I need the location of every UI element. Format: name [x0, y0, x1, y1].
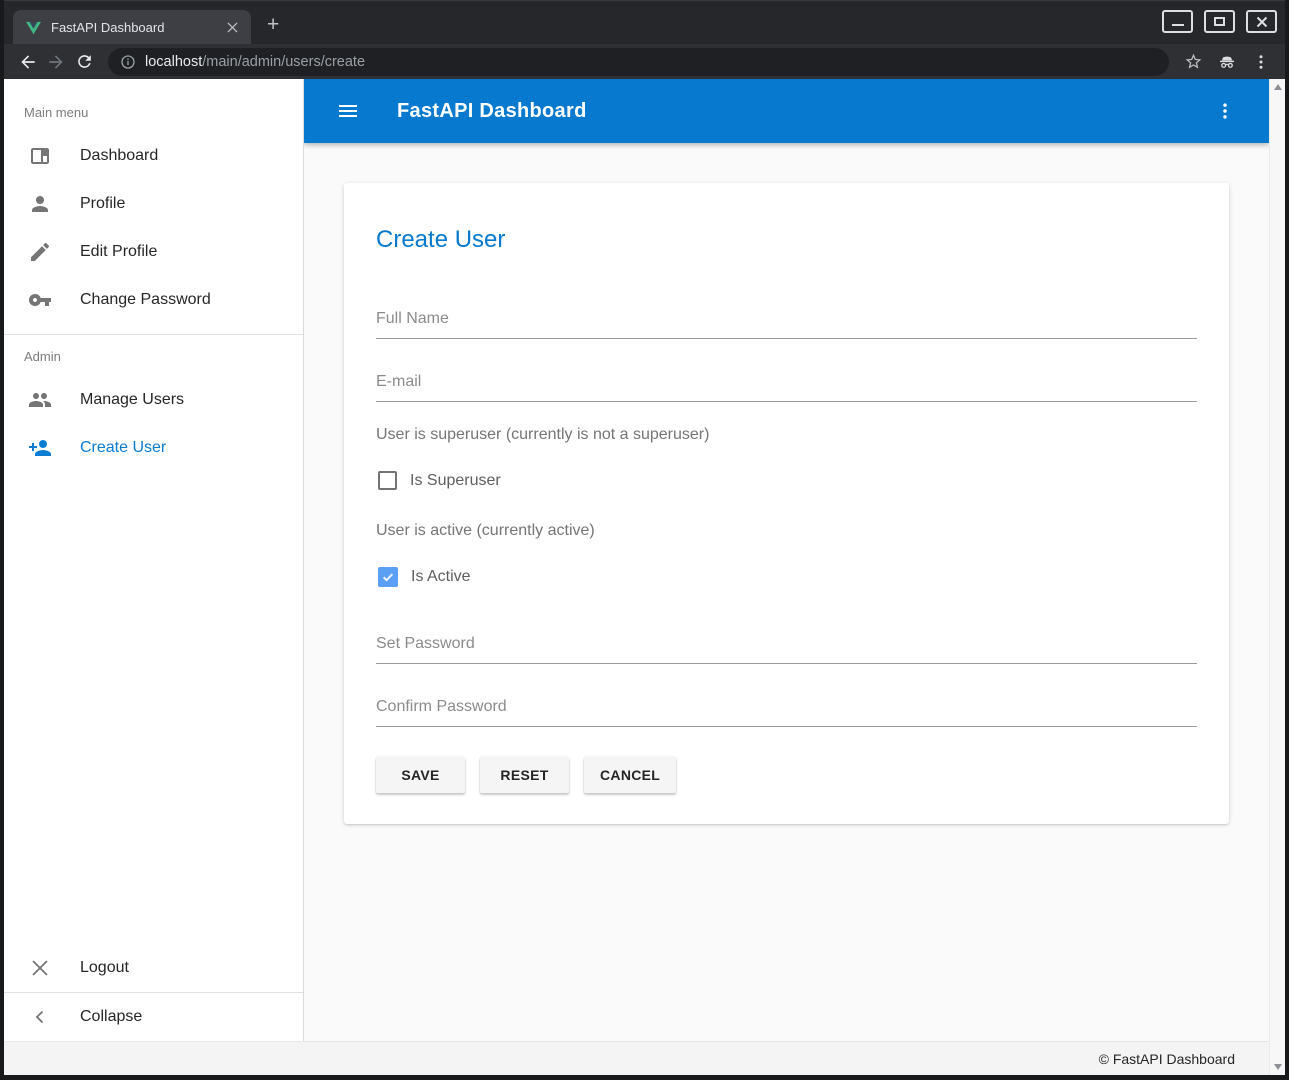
sidebar-item-label: Edit Profile — [80, 243, 157, 261]
sidebar-section-main-menu: Main menu — [4, 91, 303, 132]
sidebar-item-create-user[interactable]: Create User — [4, 424, 303, 472]
window-minimize-button[interactable] — [1162, 10, 1193, 33]
checkmark-icon — [381, 570, 395, 584]
sidebar-item-dashboard[interactable]: Dashboard — [4, 132, 303, 180]
cancel-button[interactable]: CANCEL — [584, 757, 676, 793]
sidebar-item-label: Change Password — [80, 291, 211, 309]
browser-titlebar: FastAPI Dashboard + — [4, 0, 1285, 44]
sidebar-item-label: Logout — [80, 959, 129, 977]
toolbar-right — [1179, 48, 1275, 76]
url-host: localhost — [145, 54, 202, 70]
active-checkbox[interactable] — [378, 567, 398, 587]
superuser-hint: User is superuser (currently is not a su… — [376, 426, 1197, 444]
sidebar-item-manage-users[interactable]: Manage Users — [4, 376, 303, 424]
sidebar-item-label: Profile — [80, 195, 125, 213]
page-title: Create User — [376, 226, 1197, 254]
active-checkbox-label: Is Active — [411, 568, 471, 586]
back-button[interactable] — [14, 48, 42, 76]
confirm-password-input[interactable] — [376, 698, 1197, 727]
bookmark-button[interactable] — [1179, 48, 1207, 76]
sidebar-section-admin: Admin — [4, 335, 303, 376]
person-icon — [28, 192, 52, 216]
forward-arrow-icon — [46, 52, 66, 72]
full-name-field — [376, 310, 1197, 339]
set-password-field — [376, 635, 1197, 664]
sidebar-item-profile[interactable]: Profile — [4, 180, 303, 228]
minimize-icon — [1172, 24, 1184, 26]
sidebar-item-label: Dashboard — [80, 147, 158, 165]
sidebar-item-change-password[interactable]: Change Password — [4, 276, 303, 324]
person-add-icon — [28, 436, 52, 460]
incognito-icon — [1217, 52, 1237, 72]
tab-close-icon[interactable] — [223, 18, 241, 36]
info-icon — [120, 54, 136, 70]
dots-vertical-icon — [1215, 101, 1235, 121]
edit-icon — [28, 240, 52, 264]
main-area: FastAPI Dashboard Create User — [304, 79, 1269, 1041]
app-title: FastAPI Dashboard — [397, 100, 587, 123]
maximize-icon — [1214, 17, 1225, 26]
reload-icon — [75, 52, 94, 71]
save-button[interactable]: SAVE — [376, 757, 465, 793]
browser-window: FastAPI Dashboard + — [0, 0, 1289, 1080]
url-bar[interactable]: localhost/main/admin/users/create — [108, 48, 1169, 76]
email-input[interactable] — [376, 373, 1197, 402]
tab-title: FastAPI Dashboard — [51, 20, 223, 35]
browser-tab[interactable]: FastAPI Dashboard — [13, 10, 251, 44]
sidebar-item-label: Manage Users — [80, 391, 184, 409]
page-scrollbar[interactable] — [1269, 79, 1285, 1075]
set-password-input[interactable] — [376, 635, 1197, 664]
superuser-checkbox[interactable] — [378, 471, 397, 490]
email-field — [376, 373, 1197, 402]
copyright-text: © FastAPI Dashboard — [1099, 1051, 1235, 1067]
reload-button[interactable] — [70, 48, 98, 76]
full-name-input[interactable] — [376, 310, 1197, 339]
back-arrow-icon — [18, 52, 38, 72]
page: Main menu Dashboard Profile — [4, 79, 1285, 1075]
window-close-button[interactable] — [1246, 10, 1277, 33]
dots-vertical-icon — [1252, 53, 1270, 71]
sidebar-item-logout[interactable]: Logout — [4, 944, 303, 992]
window-maximize-button[interactable] — [1204, 10, 1235, 33]
create-user-card: Create User User is superuser (currently… — [344, 183, 1229, 824]
active-hint: User is active (currently active) — [376, 522, 1197, 540]
scroll-up-arrow-icon[interactable] — [1274, 84, 1282, 90]
browser-menu-button[interactable] — [1247, 48, 1275, 76]
sidebar-item-label: Collapse — [80, 1008, 142, 1026]
logout-x-icon — [28, 956, 52, 980]
star-icon — [1184, 52, 1203, 71]
browser-toolbar: localhost/main/admin/users/create — [4, 44, 1285, 79]
sidebar-item-label: Create User — [80, 439, 166, 457]
key-icon — [28, 288, 52, 312]
reset-button[interactable]: RESET — [480, 757, 569, 793]
chevron-left-icon — [28, 1005, 52, 1029]
sidebar-toggle-button[interactable] — [330, 93, 366, 129]
active-checkbox-row[interactable]: Is Active — [376, 567, 1197, 587]
people-icon — [28, 388, 52, 412]
sidebar-spacer — [4, 472, 303, 944]
new-tab-button[interactable]: + — [267, 14, 279, 35]
incognito-indicator — [1213, 48, 1241, 76]
scroll-down-arrow-icon[interactable] — [1274, 1064, 1282, 1070]
footer: © FastAPI Dashboard — [4, 1041, 1269, 1075]
appbar-menu-button[interactable] — [1207, 93, 1243, 129]
url-path: /main/admin/users/create — [202, 54, 365, 70]
vue-logo-icon — [25, 19, 42, 36]
url-text: localhost/main/admin/users/create — [145, 54, 365, 70]
sidebar-item-collapse[interactable]: Collapse — [4, 993, 303, 1041]
sidebar: Main menu Dashboard Profile — [4, 79, 304, 1041]
form-buttons: SAVE RESET CANCEL — [376, 757, 1197, 793]
app-bar: FastAPI Dashboard — [304, 79, 1269, 143]
close-icon — [1256, 16, 1268, 28]
sidebar-item-edit-profile[interactable]: Edit Profile — [4, 228, 303, 276]
superuser-checkbox-label: Is Superuser — [410, 472, 501, 490]
content-area: Create User User is superuser (currently… — [304, 143, 1269, 1041]
forward-button[interactable] — [42, 48, 70, 76]
superuser-checkbox-row[interactable]: Is Superuser — [376, 471, 1197, 490]
dashboard-icon — [28, 144, 52, 168]
confirm-password-field — [376, 698, 1197, 727]
window-controls — [1162, 10, 1277, 33]
hamburger-icon — [336, 99, 360, 123]
